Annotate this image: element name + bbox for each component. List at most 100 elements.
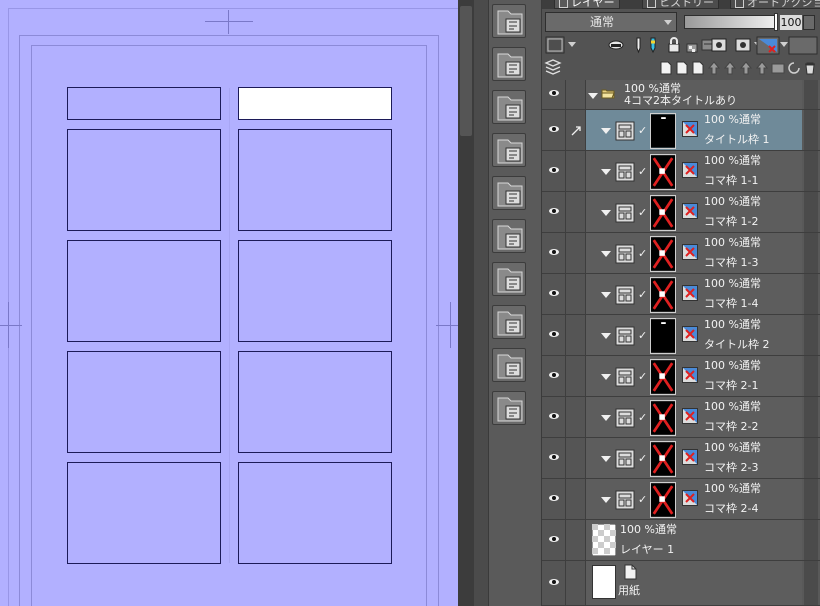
title-frame-1[interactable] [67, 87, 221, 120]
lock-toggle[interactable] [566, 438, 586, 478]
layer-stack-icon[interactable] [544, 59, 562, 75]
collapse-icon[interactable] [601, 169, 611, 175]
title-frame-2[interactable] [238, 87, 392, 120]
lock-transparent-icon[interactable] [684, 36, 700, 54]
visibility-toggle[interactable] [542, 397, 566, 437]
rotate-layer-icon[interactable] [786, 60, 802, 76]
layer-body[interactable]: ✓ 100 %通常 コマ枠 1-4 [586, 274, 802, 314]
canvas-area[interactable] [0, 0, 458, 606]
merge-down-icon[interactable] [754, 60, 770, 76]
visibility-toggle[interactable] [542, 151, 566, 191]
tool-divide-frame[interactable] [492, 90, 526, 124]
reference-layer-icon[interactable] [710, 36, 728, 54]
comic-panel-1-3[interactable] [67, 351, 221, 453]
tool-edit-layer[interactable] [492, 305, 526, 339]
lock-toggle[interactable] [566, 315, 586, 355]
lock-toggle[interactable] [566, 80, 586, 109]
visibility-toggle[interactable] [542, 315, 566, 355]
layer-row-raster[interactable]: 100 %通常 レイヤー 1 [542, 520, 820, 561]
tool-tone-frame[interactable] [492, 133, 526, 167]
layer-body[interactable]: 用紙 [586, 561, 802, 605]
layer-row-k24[interactable]: ✓ 100 %通常 コマ枠 2-4 [542, 479, 820, 520]
layer-list-scrollbar[interactable] [804, 315, 818, 355]
lock-toggle[interactable] [566, 233, 586, 273]
visibility-toggle[interactable] [542, 561, 566, 605]
mask-icon[interactable] [608, 36, 624, 54]
layer-row-title2[interactable]: ✓ 100 %通常 タイトル枠 2 [542, 315, 820, 356]
canvas-scrollbar[interactable] [458, 0, 474, 606]
comic-panel-1-2[interactable] [67, 240, 221, 342]
layer-row-paper[interactable]: 用紙 [542, 561, 820, 606]
layer-body[interactable]: ✓ 100 %通常 コマ枠 1-1 [586, 151, 802, 191]
visibility-toggle[interactable] [542, 356, 566, 396]
comic-panel-2-4[interactable] [238, 462, 392, 564]
move-up-icon[interactable] [722, 60, 738, 76]
draft-layer-icon[interactable] [734, 36, 752, 54]
visibility-toggle[interactable] [542, 520, 566, 560]
layer-row-k14[interactable]: ✓ 100 %通常 コマ枠 1-4 [542, 274, 820, 315]
layer-body[interactable]: ✓ 100 %通常 コマ枠 1-3 [586, 233, 802, 273]
collapse-icon[interactable] [601, 128, 611, 134]
layer-list-scrollbar[interactable] [804, 356, 818, 396]
opacity-spin-button[interactable] [803, 15, 815, 30]
layer-list[interactable]: 100 %通常 4コマ2本タイトルあり ✓ 100 %通常 タイトル枠 1 ✓ 100 %通… [542, 80, 820, 606]
collapse-icon[interactable] [588, 93, 598, 99]
layer-list-scrollbar[interactable] [804, 110, 818, 150]
layer-row-k23[interactable]: ✓ 100 %通常 コマ枠 2-3 [542, 438, 820, 479]
visibility-toggle[interactable] [542, 274, 566, 314]
blend-mode-select[interactable]: 通常 [545, 12, 677, 32]
layer-list-scrollbar[interactable] [804, 438, 818, 478]
visibility-toggle[interactable] [542, 438, 566, 478]
layer-body[interactable]: ✓ 100 %通常 コマ枠 2-4 [586, 479, 802, 519]
lock-toggle[interactable] [566, 151, 586, 191]
collapse-icon[interactable] [601, 497, 611, 503]
comic-panel-2-2[interactable] [238, 240, 392, 342]
layer-body[interactable]: ✓ 100 %通常 コマ枠 2-3 [586, 438, 802, 478]
tool-frame-border[interactable] [492, 4, 526, 38]
layer-row-k11[interactable]: ✓ 100 %通常 コマ枠 1-1 [542, 151, 820, 192]
layer-body[interactable]: ✓ 100 %通常 コマ枠 2-2 [586, 397, 802, 437]
collapse-icon[interactable] [601, 292, 611, 298]
visibility-toggle[interactable] [542, 233, 566, 273]
layer-body[interactable]: 100 %通常 4コマ2本タイトルあり [586, 80, 802, 109]
layer-list-scrollbar[interactable] [804, 151, 818, 191]
visibility-toggle[interactable] [542, 479, 566, 519]
layer-body[interactable]: 100 %通常 レイヤー 1 [586, 520, 802, 560]
layer-list-scrollbar[interactable] [804, 274, 818, 314]
layer-list-scrollbar[interactable] [804, 479, 818, 519]
layer-body[interactable]: ✓ 100 %通常 コマ枠 1-2 [586, 192, 802, 232]
lock-toggle[interactable] [566, 356, 586, 396]
color-pen-icon[interactable] [646, 36, 660, 54]
opacity-value[interactable]: 100 [780, 15, 802, 30]
layer-row-k12[interactable]: ✓ 100 %通常 コマ枠 1-2 [542, 192, 820, 233]
new-raster-layer-icon[interactable] [658, 60, 674, 76]
lock-toggle[interactable] [566, 479, 586, 519]
layer-mask-icon[interactable] [770, 60, 786, 76]
comic-panel-1-1[interactable] [67, 129, 221, 231]
tool-frame-layout[interactable] [492, 176, 526, 210]
visibility-toggle[interactable] [542, 80, 566, 109]
layer-list-scrollbar[interactable] [804, 397, 818, 437]
color-bar-button[interactable] [788, 36, 818, 55]
tab-history[interactable]: ヒストリー [642, 0, 719, 9]
layer-row-folder[interactable]: 100 %通常 4コマ2本タイトルあり [542, 80, 820, 110]
move-down-icon[interactable] [706, 60, 722, 76]
layer-list-scrollbar[interactable] [804, 233, 818, 273]
collapse-icon[interactable] [601, 251, 611, 257]
layer-list-scrollbar[interactable] [804, 192, 818, 232]
layer-body[interactable]: ✓ 100 %通常 タイトル枠 2 [586, 315, 802, 355]
lock-toggle[interactable] [566, 110, 586, 150]
tab-auto-action[interactable]: オートアクション [730, 0, 820, 9]
lock-toggle[interactable] [566, 561, 586, 605]
delete-layer-icon[interactable] [802, 60, 818, 76]
opacity-slider-knob[interactable] [774, 13, 778, 31]
reference-pen-icon[interactable] [630, 36, 646, 54]
color-dropdown-icon[interactable] [567, 36, 577, 54]
comic-panel-2-3[interactable] [238, 351, 392, 453]
mask-dropdown-icon[interactable] [756, 36, 780, 55]
lock-toggle[interactable] [566, 274, 586, 314]
layer-row-k22[interactable]: ✓ 100 %通常 コマ枠 2-2 [542, 397, 820, 438]
layer-body[interactable]: ✓ 100 %通常 コマ枠 2-1 [586, 356, 802, 396]
layer-list-scrollbar[interactable] [804, 561, 818, 605]
tab-layers[interactable]: レイヤー [554, 0, 620, 9]
